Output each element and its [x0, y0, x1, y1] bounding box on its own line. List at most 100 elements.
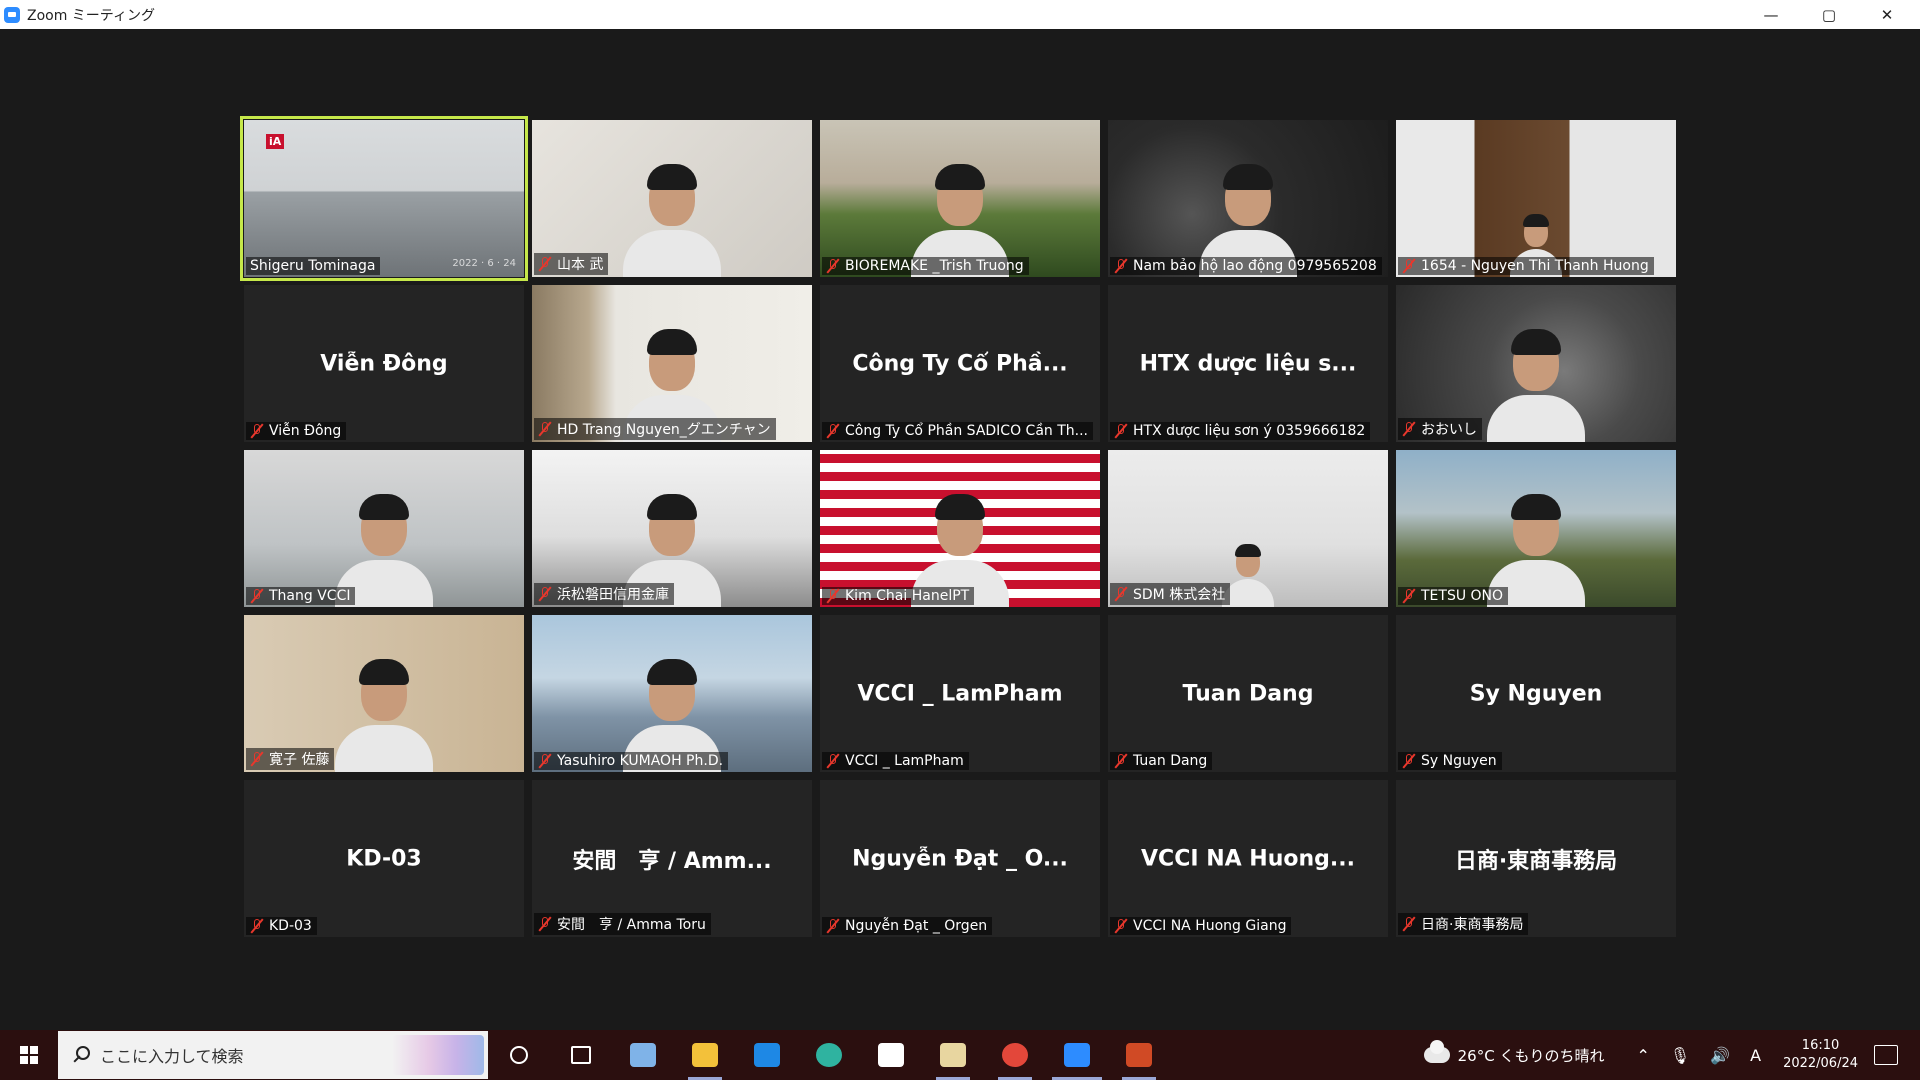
chrome-icon: [1002, 1043, 1028, 1067]
participant-name: TETSU ONO: [1421, 588, 1504, 604]
participant-tile[interactable]: 寛子 佐藤: [244, 615, 524, 772]
participant-display-name: Công Ty Cổ Phầ...: [852, 351, 1068, 376]
ime-indicator[interactable]: A: [1750, 1046, 1761, 1065]
windows-icon: [20, 1046, 38, 1064]
participant-tile[interactable]: KD-03 KD-03: [244, 780, 524, 937]
taskbar-app-button[interactable]: [736, 1030, 798, 1080]
taskbar: ここに入力して検索 26°C くもりのち晴れ ⌃ 🎙 🔊 A 16:10 202…: [0, 1030, 1920, 1080]
participant-name-label: Shigeru Tominaga: [246, 257, 381, 275]
participant-name-label: 山本 武: [534, 253, 609, 275]
taskbar-app-button[interactable]: [1108, 1030, 1170, 1080]
ia-badge: iA: [266, 134, 285, 149]
taskbar-app-button[interactable]: [984, 1030, 1046, 1080]
mic-muted-icon: [1114, 258, 1128, 274]
participant-name-label: おおいし: [1398, 418, 1482, 440]
participant-tile[interactable]: Công Ty Cổ Phầ... Công Ty Cổ Phần SADICO …: [820, 285, 1100, 442]
title-bar: Zoom ミーティング — ▢ ✕: [0, 0, 1920, 29]
participant-name: Tuan Dang: [1133, 753, 1208, 769]
participant-tile[interactable]: 山本 武: [532, 120, 812, 277]
participant-tile[interactable]: Nam bảo hộ lao động 0979565208: [1108, 120, 1388, 277]
participant-tile[interactable]: Yasuhiro KUMAOH Ph.D.: [532, 615, 812, 772]
weather-widget[interactable]: 26°C くもりのち晴れ: [1423, 1040, 1605, 1066]
participant-tile[interactable]: Thang VCCI: [244, 450, 524, 607]
mic-muted-icon: [538, 916, 552, 932]
participant-tile[interactable]: VCCI NA Huong... VCCI NA Huong Giang: [1108, 780, 1388, 937]
cortana-icon: [510, 1046, 528, 1064]
participant-tile[interactable]: Viễn Đông Viễn Đông: [244, 285, 524, 442]
participant-name-label: Nam bảo hộ lao động 0979565208: [1110, 257, 1382, 275]
participant-tile[interactable]: 1654 - Nguyen Thi Thanh Huong: [1396, 120, 1676, 277]
participant-tile[interactable]: 浜松磐田信用金庫: [532, 450, 812, 607]
participant-name-label: Sy Nguyen: [1398, 752, 1502, 770]
participant-name-label: Tuan Dang: [1110, 752, 1213, 770]
participant-name-label: KD-03: [246, 917, 317, 935]
participant-name-label: 1654 - Nguyen Thi Thanh Huong: [1398, 257, 1654, 275]
participant-video: [1396, 450, 1676, 607]
participant-name: Sy Nguyen: [1421, 753, 1497, 769]
taskbar-app-button[interactable]: [612, 1030, 674, 1080]
participant-tile[interactable]: TETSU ONO: [1396, 450, 1676, 607]
task-view-icon: [571, 1046, 591, 1064]
participant-name-label: HTX dược liệu sơn ý 0359666182: [1110, 422, 1371, 440]
participant-tile[interactable]: Tuan Dang Tuan Dang: [1108, 615, 1388, 772]
minimize-button[interactable]: —: [1742, 0, 1800, 29]
participant-name: おおいし: [1421, 422, 1477, 438]
weather-text: 26°C くもりのち晴れ: [1457, 1046, 1605, 1065]
taskbar-app-button[interactable]: [922, 1030, 984, 1080]
participant-name: Công Ty Cổ Phần SADICO Cần Th...: [845, 423, 1088, 439]
mic-muted-icon: [1402, 421, 1416, 437]
paint-palette-icon: [940, 1043, 966, 1067]
taskbar-app-button[interactable]: [1046, 1030, 1108, 1080]
participant-tile[interactable]: HTX dược liệu s... HTX dược liệu sơn ý 03…: [1108, 285, 1388, 442]
close-button[interactable]: ✕: [1858, 0, 1916, 29]
participant-display-name: Sy Nguyen: [1469, 681, 1603, 706]
meeting-stage: iA 2022 · 6 · 24 Shigeru Tominaga 山本 武 BIORE…: [0, 29, 1920, 1030]
video-timestamp: 2022 · 6 · 24: [452, 258, 516, 269]
participant-tile[interactable]: 安間 亨 / Amm... 安間 亨 / Amma Toru: [532, 780, 812, 937]
participant-name: VCCI _ LamPham: [845, 753, 964, 769]
participant-tile[interactable]: BIOREMAKE _Trish Truong: [820, 120, 1100, 277]
start-button[interactable]: [0, 1030, 58, 1080]
participant-tile[interactable]: iA 2022 · 6 · 24 Shigeru Tominaga: [240, 116, 528, 281]
mic-muted-icon: [1402, 753, 1416, 769]
microphone-icon[interactable]: 🎙: [1670, 1046, 1690, 1065]
participant-tile[interactable]: HD Trang Nguyen_グエンチャン: [532, 285, 812, 442]
participant-tile[interactable]: おおいし: [1396, 285, 1676, 442]
clock[interactable]: 16:10 2022/06/24: [1783, 1037, 1858, 1073]
participant-figure: [329, 647, 439, 772]
participant-name-label: HD Trang Nguyen_グエンチャン: [534, 418, 776, 440]
window-title: Zoom ミーティング: [27, 7, 155, 24]
taskbar-app-button[interactable]: [798, 1030, 860, 1080]
participant-tile[interactable]: SDM 株式会社: [1108, 450, 1388, 607]
participant-tile[interactable]: Nguyễn Đạt _ O... Nguyễn Đạt _ Orgen: [820, 780, 1100, 937]
notification-icon[interactable]: [1874, 1045, 1898, 1065]
participant-name-label: Viễn Đông: [246, 422, 347, 440]
zoom-icon: [1064, 1043, 1090, 1067]
system-tray: 26°C くもりのち晴れ ⌃ 🎙 🔊 A 16:10 2022/06/24: [1423, 1030, 1920, 1080]
participant-tile[interactable]: 日商·東商事務局 日商·東商事務局: [1396, 780, 1676, 937]
speaker-icon[interactable]: 🔊: [1710, 1046, 1730, 1065]
participant-name: 安間 亨 / Amma Toru: [557, 917, 706, 933]
participant-name-label: BIOREMAKE _Trish Truong: [822, 257, 1029, 275]
taskbar-search[interactable]: ここに入力して検索: [58, 1031, 488, 1079]
taskbar-app-button[interactable]: [674, 1030, 736, 1080]
participant-display-name: 日商·東商事務局: [1454, 848, 1618, 874]
gallery-grid: iA 2022 · 6 · 24 Shigeru Tominaga 山本 武 BIORE…: [240, 116, 1676, 937]
participant-tile[interactable]: Kim Chai HanelPT: [820, 450, 1100, 607]
taskbar-app-button[interactable]: [550, 1030, 612, 1080]
taskbar-app-button[interactable]: [488, 1030, 550, 1080]
participant-tile[interactable]: VCCI _ LamPham VCCI _ LamPham: [820, 615, 1100, 772]
chevron-up-icon[interactable]: ⌃: [1636, 1046, 1649, 1065]
maximize-button[interactable]: ▢: [1800, 0, 1858, 29]
participant-display-name: KD-03: [346, 846, 422, 871]
taskbar-app-button[interactable]: [860, 1030, 922, 1080]
participant-tile[interactable]: Sy Nguyen Sy Nguyen: [1396, 615, 1676, 772]
mic-muted-icon: [1402, 588, 1416, 604]
participant-name: Yasuhiro KUMAOH Ph.D.: [557, 753, 724, 769]
search-icon: [72, 1046, 90, 1064]
participant-display-name: Tuan Dang: [1182, 681, 1314, 706]
participant-display-name: 安間 亨 / Amm...: [572, 848, 772, 874]
mic-muted-icon: [538, 256, 552, 272]
mic-muted-icon: [826, 258, 840, 274]
participant-video: [1108, 120, 1388, 277]
